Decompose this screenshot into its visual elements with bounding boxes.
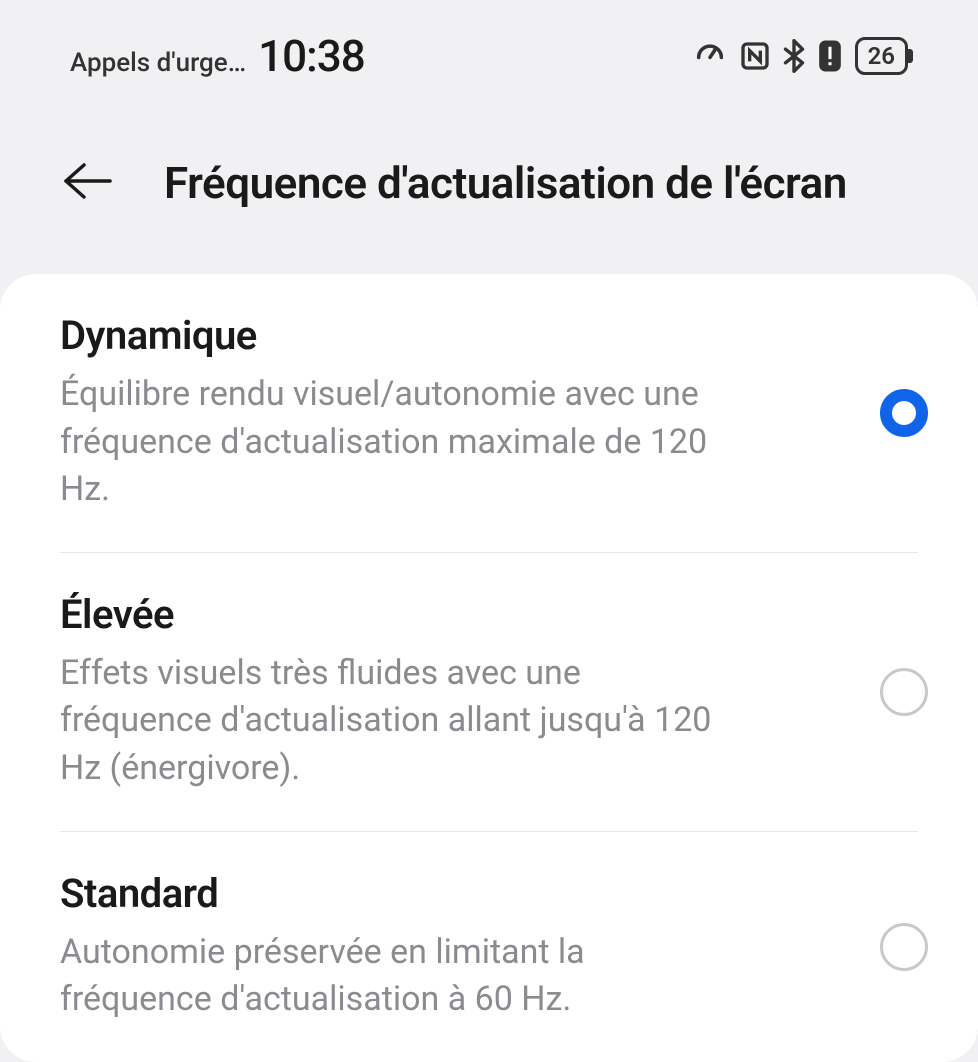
option-description: Autonomie préservée en limitant la fréqu…	[60, 929, 720, 1024]
page-header: Fréquence d'actualisation de l'écran	[0, 107, 978, 264]
battery-indicator: 26	[855, 37, 908, 75]
speed-icon	[693, 39, 727, 73]
status-left: Appels d'urge… 10:38	[70, 30, 365, 82]
battery-level: 26	[868, 42, 895, 70]
alert-icon	[817, 39, 843, 73]
nfc-icon	[739, 40, 771, 72]
option-content: Standard Autonomie préservée en limitant…	[60, 870, 850, 1024]
option-title: Élevée	[60, 591, 850, 638]
arrow-left-icon	[60, 159, 116, 203]
status-right: 26	[693, 37, 908, 75]
option-description: Effets visuels très fluides avec une fré…	[60, 650, 720, 793]
option-content: Dynamique Équilibre rendu visuel/autonom…	[60, 312, 850, 514]
option-dynamic[interactable]: Dynamique Équilibre rendu visuel/autonom…	[0, 274, 978, 552]
option-high[interactable]: Élevée Effets visuels très fluides avec …	[0, 553, 978, 831]
page-title: Fréquence d'actualisation de l'écran	[164, 157, 847, 209]
bluetooth-icon	[783, 39, 805, 73]
option-description: Équilibre rendu visuel/autonomie avec un…	[60, 371, 720, 514]
option-standard[interactable]: Standard Autonomie préservée en limitant…	[0, 832, 978, 1062]
options-card: Dynamique Équilibre rendu visuel/autonom…	[0, 274, 978, 1062]
option-title: Standard	[60, 870, 850, 917]
carrier-label: Appels d'urge…	[70, 48, 246, 78]
option-title: Dynamique	[60, 312, 850, 359]
radio-unselected-icon	[880, 668, 928, 716]
back-button[interactable]	[60, 159, 116, 207]
radio-unselected-icon	[880, 923, 928, 971]
radio-selected-icon	[880, 389, 928, 437]
status-bar: Appels d'urge… 10:38	[0, 0, 978, 107]
option-content: Élevée Effets visuels très fluides avec …	[60, 591, 850, 793]
clock-time: 10:38	[258, 30, 365, 82]
battery-tip	[908, 49, 913, 63]
